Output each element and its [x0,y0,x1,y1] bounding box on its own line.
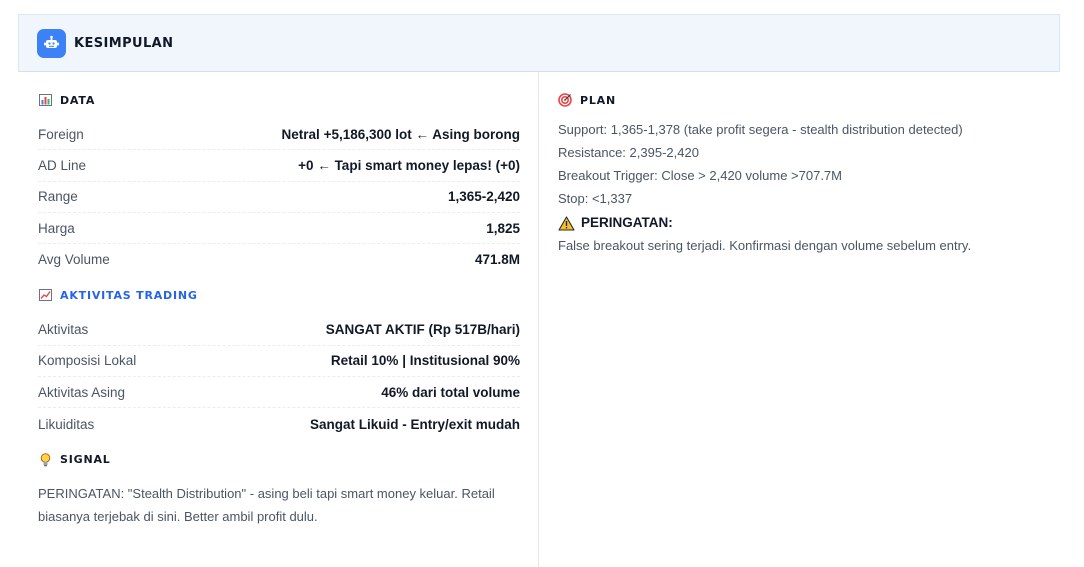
row-value: Sangat Likuid - Entry/exit mudah [309,416,520,432]
data-row-ad-line: AD Line +0 ← Tapi smart money lepas! (+0… [38,150,520,182]
row-value: 471.8M [474,252,520,268]
plan-resistance: Resistance: 2,395-2,420 [558,145,699,160]
trading-row-komposisi: Komposisi Lokal Retail 10% | Institusion… [38,346,520,378]
data-row-avg-volume: Avg Volume 471.8M [38,244,520,275]
card-title: KESIMPULAN [74,35,174,51]
signal-section-title: SIGNAL [38,452,520,468]
robot-icon [37,28,66,58]
data-section-title: DATA [38,92,520,108]
data-row-range: Range 1,365-2,420 [38,182,520,213]
plan-support: Support: 1,365-1,378 (take profit segera… [558,122,963,137]
row-label: Aktivitas Asing [38,384,126,400]
warning-text: False breakout sering terjadi. Konfirmas… [558,238,972,253]
data-title-label: DATA [60,93,96,107]
row-label: Avg Volume [38,252,110,268]
bar-chart-icon [38,93,52,107]
row-value: 46% dari total volume [381,384,520,400]
row-label: Likuiditas [38,416,95,432]
chart-up-icon [38,288,52,302]
lightbulb-icon [38,452,52,467]
warning-title: PERINGATAN: [558,211,1042,234]
plan-section-title: PLAN [558,92,1042,108]
data-row-harga: Harga 1,825 [38,213,520,245]
row-value: +0 ← Tapi smart money lepas! (+0) [298,157,520,173]
row-label: Foreign [38,126,84,142]
row-value: Netral +5,186,300 lot ← Asing borong [281,126,520,142]
trading-section: AKTIVITAS TRADING Aktivitas SANGAT AKTIF… [38,287,520,439]
plan-title-label: PLAN [580,93,616,107]
data-section: DATA Foreign Netral +5,186,300 lot ← Asi… [38,92,520,275]
row-value: 1,825 [486,220,520,236]
plan-breakout-trigger: Breakout Trigger: Close > 2,420 volume >… [558,168,842,183]
trading-title-label: AKTIVITAS TRADING [60,288,198,302]
row-label: Harga [38,220,75,236]
row-value: SANGAT AKTIF (Rp 517B/hari) [325,322,520,338]
target-icon [558,93,572,107]
signal-text: PERINGATAN: "Stealth Distribution" - asi… [38,485,495,524]
trading-rows: Aktivitas SANGAT AKTIF (Rp 517B/hari) Ko… [38,314,520,439]
warning-title-label: PERINGATAN: [581,215,673,230]
signal-title-label: SIGNAL [60,453,111,467]
trading-section-title: AKTIVITAS TRADING [38,287,520,303]
trading-row-aktivitas-asing: Aktivitas Asing 46% dari total volume [38,377,520,409]
trading-row-aktivitas: Aktivitas SANGAT AKTIF (Rp 517B/hari) [38,314,520,346]
conclusion-card: KESIMPULAN DATA Foreign Netral +5,186,30… [18,14,1060,567]
row-value: 1,365-2,420 [447,189,520,205]
warning-icon [558,215,575,231]
row-label: AD Line [38,157,87,173]
row-label: Range [38,189,78,205]
right-column: PLAN Support: 1,365-1,378 (take profit s… [539,72,1060,567]
data-rows: Foreign Netral +5,186,300 lot ← Asing bo… [38,119,520,275]
trading-row-likuiditas: Likuiditas Sangat Likuid - Entry/exit mu… [38,408,520,439]
left-column: DATA Foreign Netral +5,186,300 lot ← Asi… [18,72,539,567]
row-label: Komposisi Lokal [38,353,137,369]
data-row-foreign: Foreign Netral +5,186,300 lot ← Asing bo… [38,119,520,151]
card-header: KESIMPULAN [18,14,1060,72]
row-label: Aktivitas [38,322,89,338]
plan-stop: Stop: <1,337 [558,191,633,206]
plan-lines: Support: 1,365-1,378 (take profit segera… [558,118,1042,257]
signal-section: SIGNAL PERINGATAN: "Stealth Distribution… [38,452,520,528]
row-value: Retail 10% | Institusional 90% [330,353,520,369]
